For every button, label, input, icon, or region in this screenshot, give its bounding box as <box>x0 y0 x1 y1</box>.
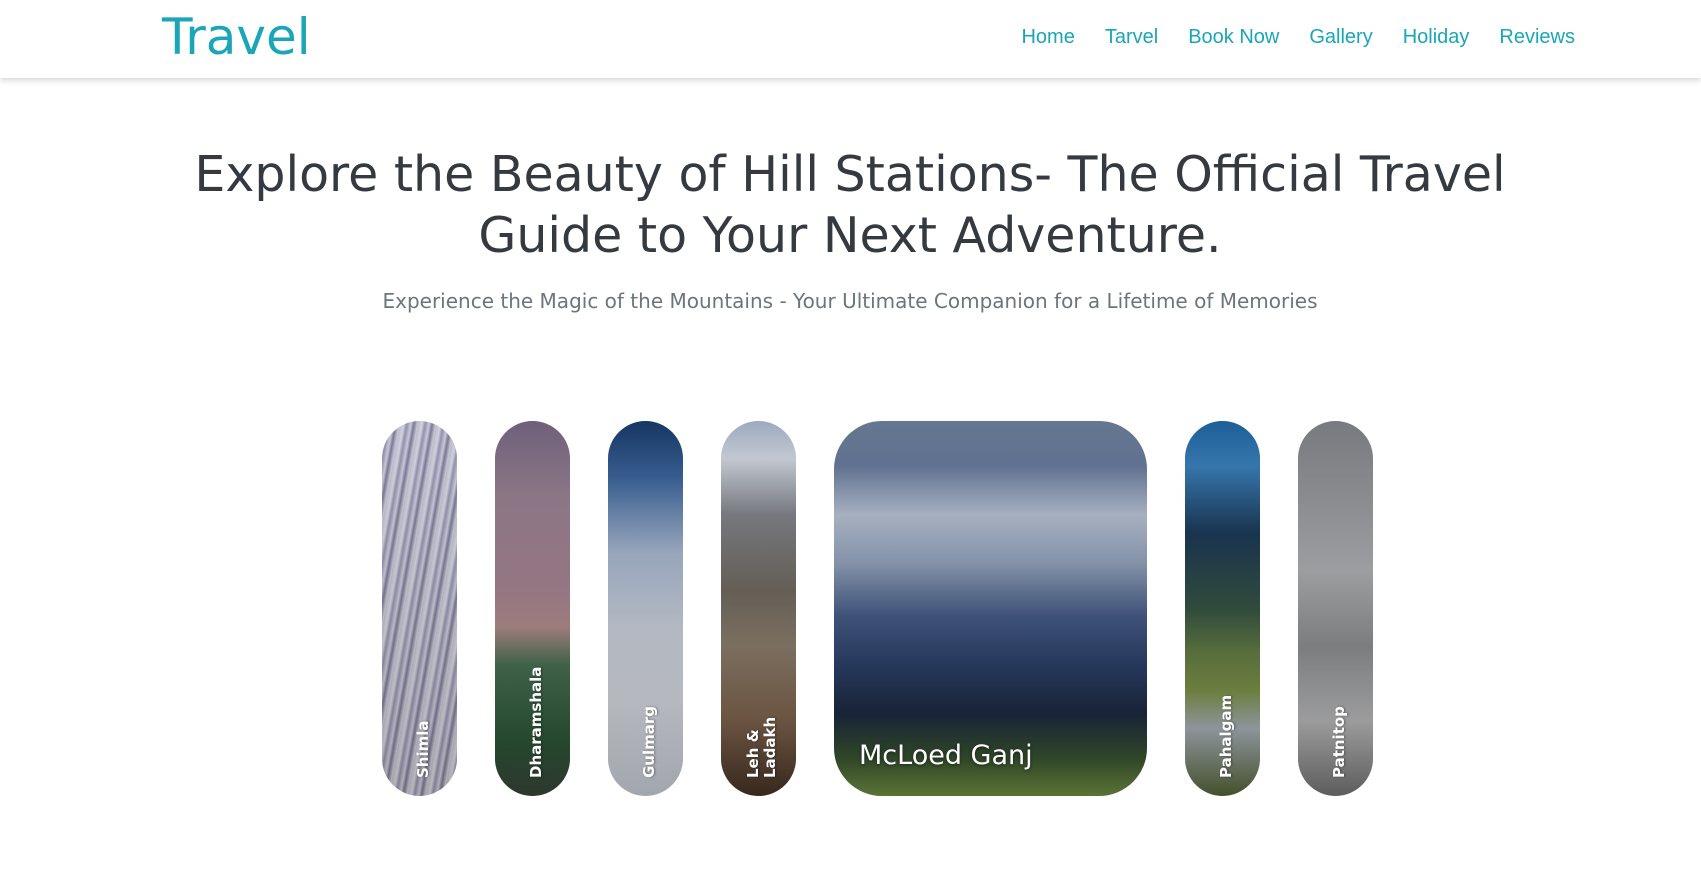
destination-card-gulmarg[interactable]: Gulmarg <box>608 421 683 796</box>
destination-label: Pahalgam <box>1216 694 1235 778</box>
destination-label: Patnitop <box>1329 706 1348 778</box>
nav-link-reviews[interactable]: Reviews <box>1499 24 1575 50</box>
navbar: Travel Home Tarvel Book Now Gallery Holi… <box>0 0 1701 78</box>
destination-card-shimla[interactable]: Shimla <box>382 421 457 796</box>
destination-card-leh-ladakh[interactable]: Leh & Ladakh <box>721 421 796 796</box>
destination-label: McLoed Ganj <box>859 740 1033 771</box>
destination-label: Gulmarg <box>639 705 658 778</box>
destination-card-pahalgam[interactable]: Pahalgam <box>1185 421 1260 796</box>
destination-label: Dharamshala <box>526 666 545 778</box>
nav-link-tarvel[interactable]: Tarvel <box>1105 24 1158 50</box>
destination-label: Shimla <box>413 720 432 778</box>
nav-links: Home Tarvel Book Now Gallery Holiday Rev… <box>1021 24 1575 50</box>
destination-card-patnitop[interactable]: Patnitop <box>1298 421 1373 796</box>
destination-gallery: Shimla Dharamshala Gulmarg Leh & Ladakh … <box>382 421 1373 796</box>
nav-link-book-now[interactable]: Book Now <box>1188 24 1279 50</box>
hero-title: Explore the Beauty of Hill Stations- The… <box>194 146 1506 264</box>
destination-label: Leh & Ladakh <box>743 716 779 778</box>
nav-link-holiday[interactable]: Holiday <box>1403 24 1470 50</box>
hero-subtitle: Experience the Magic of the Mountains - … <box>382 289 1318 313</box>
nav-link-home[interactable]: Home <box>1021 24 1074 50</box>
nav-link-gallery[interactable]: Gallery <box>1309 24 1372 50</box>
brand-logo[interactable]: Travel <box>162 6 311 68</box>
destination-card-dharamshala[interactable]: Dharamshala <box>495 421 570 796</box>
destination-card-mcloed-ganj[interactable]: McLoed Ganj <box>834 421 1147 796</box>
